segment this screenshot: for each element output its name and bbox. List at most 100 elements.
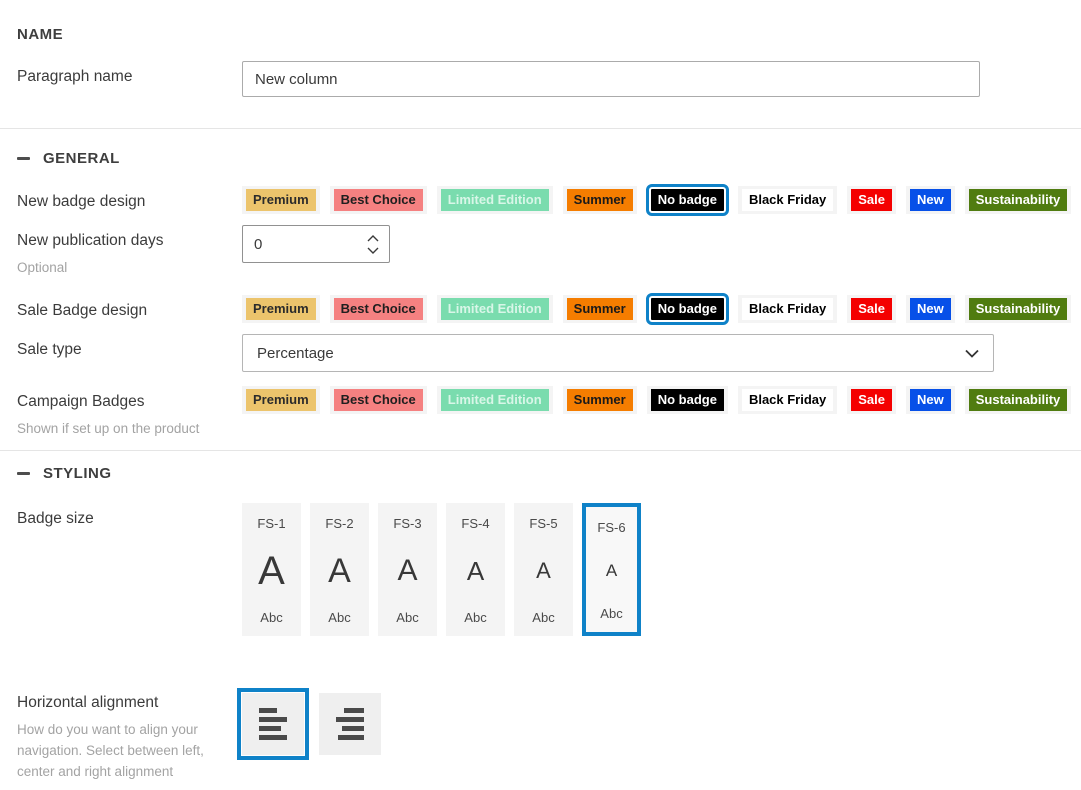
badge-size-option-fs-2[interactable]: FS-2AAbc [310,503,369,636]
section-header-name: NAME [17,26,1081,43]
badge-option-sale[interactable]: Sale [847,295,896,323]
badge-option-no-badge[interactable]: No badge [647,386,728,414]
badge-swatch: Sale [851,189,892,211]
badge-swatch: New [910,389,951,411]
badge-option-summer[interactable]: Summer [563,295,637,323]
section-header-styling: STYLING [17,465,1081,482]
size-option-label: FS-3 [393,516,421,531]
new-publication-days-label: New publication days [17,232,242,250]
section-divider [0,128,1081,129]
badge-swatch: No badge [651,298,724,320]
number-spinner [365,234,381,255]
sale-badge-design-options: Premium Best Choice Limited Edition Summer N… [242,295,1081,323]
badge-option-sustainability[interactable]: Sustainability [965,295,1072,323]
badge-option-best-choice[interactable]: Best Choice [330,295,427,323]
chevron-up-icon [367,235,379,242]
badge-swatch: Sustainability [969,389,1068,411]
badge-swatch: Best Choice [334,189,423,211]
badge-swatch: Best Choice [334,298,423,320]
size-option-label: FS-4 [461,516,489,531]
badge-size-option-fs-6[interactable]: FS-6AAbc [582,503,641,636]
badge-option-limited-edition[interactable]: Limited Edition [437,186,553,214]
badge-option-sale[interactable]: Sale [847,186,896,214]
badge-swatch: Premium [246,189,316,211]
badge-option-sale[interactable]: Sale [847,386,896,414]
badge-swatch: No badge [651,189,724,211]
align-left-button[interactable] [242,693,304,755]
badge-swatch: New [910,189,951,211]
badge-swatch: Limited Edition [441,189,549,211]
section-title-styling: STYLING [43,465,112,482]
spinner-down-button[interactable] [365,246,381,255]
badge-option-new[interactable]: New [906,295,955,323]
size-sample-text: Abc [396,610,418,625]
badge-option-best-choice[interactable]: Best Choice [330,386,427,414]
badge-option-no-badge[interactable]: No badge [647,186,728,214]
badge-swatch: Sustainability [969,189,1068,211]
badge-option-no-badge[interactable]: No badge [647,295,728,323]
badge-option-best-choice[interactable]: Best Choice [330,186,427,214]
horizontal-alignment-hint: How do you want to align your navigation… [17,719,222,782]
sale-type-select[interactable]: Percentage [242,334,994,372]
size-preview-letter: A [536,560,551,582]
size-sample-text: Abc [464,610,486,625]
section-divider [0,450,1081,451]
badge-option-black-friday[interactable]: Black Friday [738,386,837,414]
campaign-badges-options: Premium Best Choice Limited Edition Summer N… [242,386,1081,414]
badge-swatch: New [910,298,951,320]
field-row-paragraph-name: Paragraph name [17,61,1081,97]
badge-swatch: Premium [246,389,316,411]
badge-size-option-fs-4[interactable]: FS-4 A Abc [446,503,505,636]
badge-option-limited-edition[interactable]: Limited Edition [437,295,553,323]
badge-option-summer[interactable]: Summer [563,386,637,414]
badge-swatch: Best Choice [334,389,423,411]
sale-type-selected-value: Percentage [257,345,334,362]
sale-badge-design-label: Sale Badge design [17,302,242,320]
campaign-badges-hint: Shown if set up on the product [17,418,222,439]
badge-swatch: Summer [567,389,633,411]
size-sample-text: Abc [328,610,350,625]
badge-size-option-fs-5[interactable]: FS-5AAbc [514,503,573,636]
spinner-up-button[interactable] [365,234,381,243]
badge-swatch: Limited Edition [441,298,549,320]
badge-option-premium[interactable]: Premium [242,295,320,323]
size-preview-letter: A [467,558,484,584]
badge-option-limited-edition[interactable]: Limited Edition [437,386,553,414]
badge-swatch: Sale [851,389,892,411]
section-title-name: NAME [17,26,63,43]
badge-option-black-friday[interactable]: Black Friday [738,295,837,323]
badge-size-option-fs-1[interactable]: FS-1AAbc [242,503,301,636]
chevron-down-icon [965,349,979,358]
badge-option-summer[interactable]: Summer [563,186,637,214]
field-row-sale-badge-design: Sale Badge design Premium Best Choice Limi… [17,295,1081,323]
badge-option-premium[interactable]: Premium [242,186,320,214]
badge-option-new[interactable]: New [906,186,955,214]
new-publication-days-input[interactable]: 0 [242,225,390,263]
field-row-new-badge-design: New badge design PremiumBest ChoiceLimit… [17,186,1081,214]
field-row-sale-type: Sale type Percentage [17,334,1081,372]
badge-option-sustainability[interactable]: Sustainability [965,386,1072,414]
badge-option-black-friday[interactable]: Black Friday [738,186,837,214]
collapse-icon[interactable] [17,157,30,160]
badge-option-premium[interactable]: Premium [242,386,320,414]
new-badge-design-options: Premium Best Choice Limited Edition Summer N… [242,186,1081,214]
badge-option-sustainability[interactable]: Sustainability [965,186,1072,214]
size-sample-text: Abc [260,610,282,625]
align-left-icon [259,708,287,740]
size-preview-letter: A [606,562,617,579]
size-sample-text: Abc [600,606,622,621]
badge-swatch: Summer [567,189,633,211]
size-preview-letter: A [397,556,417,586]
badge-size-option-fs-3[interactable]: FS-3 A Abc [378,503,437,636]
badge-swatch: Sustainability [969,298,1068,320]
size-sample-text: Abc [532,610,554,625]
badge-option-new[interactable]: New [906,386,955,414]
align-right-button[interactable] [319,693,381,755]
paragraph-name-input[interactable] [242,61,980,97]
sale-type-label: Sale type [17,341,242,359]
size-preview-letter: A [328,554,351,588]
collapse-icon[interactable] [17,472,30,475]
field-row-campaign-badges: Campaign Badges Shown if set up on the p… [17,386,1081,439]
badge-swatch: Black Friday [742,189,833,211]
size-option-label: FS-1 [257,516,285,531]
